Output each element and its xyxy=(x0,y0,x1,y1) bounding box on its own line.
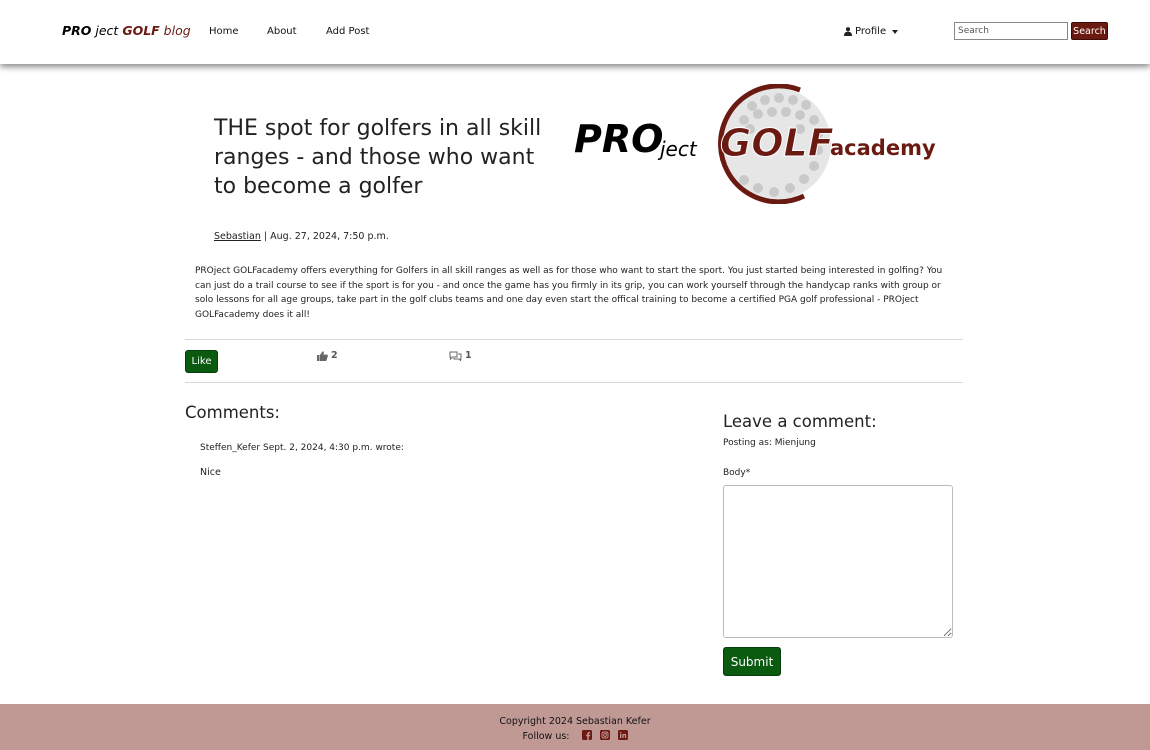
post-date: Aug. 27, 2024, 7:50 p.m. xyxy=(270,231,389,242)
brand-part-pro: PRO xyxy=(62,23,92,38)
brand-part-ject: ject xyxy=(91,23,123,38)
divider-bottom xyxy=(185,382,963,383)
posting-as: Posting as: Mienjung xyxy=(723,438,816,448)
facebook-icon[interactable] xyxy=(581,730,592,743)
linkedin-icon[interactable] xyxy=(617,730,628,743)
like-button[interactable]: Like xyxy=(185,350,218,373)
brand-part-golf: GOLF xyxy=(122,23,160,38)
comment-header: Steffen_Kefer Sept. 2, 2024, 4:30 p.m. w… xyxy=(200,443,404,453)
golf-academy-logo-image: PRO ject GOLF academy xyxy=(574,84,936,204)
follow-us: Follow us: xyxy=(0,730,1150,743)
like-count: 2 xyxy=(317,350,338,361)
comments-heading: Comments: xyxy=(185,403,280,422)
nav-add-post-link[interactable]: Add Post xyxy=(326,26,369,37)
search-button[interactable]: Search xyxy=(1071,22,1108,40)
profile-dropdown[interactable]: Profile xyxy=(844,26,899,37)
follow-label: Follow us: xyxy=(522,731,570,742)
brand-part-blog: blog xyxy=(159,23,191,38)
logo-text-academy: academy xyxy=(830,136,936,160)
comment-author: Steffen_Kefer xyxy=(200,443,261,453)
logo-text-golf: GOLF xyxy=(720,121,834,165)
search-input[interactable] xyxy=(954,22,1068,40)
logo-text-pro: PRO xyxy=(574,117,663,161)
nav-home-link[interactable]: Home xyxy=(209,26,239,37)
like-count-value: 2 xyxy=(331,350,338,361)
comment-date: Sept. 2, 2024, 4:30 p.m. xyxy=(263,443,373,453)
post-meta: Sebastian | Aug. 27, 2024, 7:50 p.m. xyxy=(214,231,389,242)
comment-count-value: 1 xyxy=(465,350,472,361)
instagram-icon[interactable] xyxy=(599,730,610,743)
user-icon xyxy=(844,27,852,36)
meta-separator: | xyxy=(263,231,268,242)
post-title: THE spot for golfers in all skill ranges… xyxy=(214,116,542,199)
body-label: Body* xyxy=(723,468,751,478)
post-author: Sebastian xyxy=(214,231,261,242)
logo-text-ject: ject xyxy=(657,137,698,161)
submit-button[interactable]: Submit xyxy=(723,647,781,676)
comments-icon xyxy=(449,351,462,361)
post-content: PROject GOLFacademy offers everything fo… xyxy=(195,266,943,320)
divider-top xyxy=(185,339,963,340)
comment-body-textarea[interactable] xyxy=(723,485,953,638)
comment-wrote: wrote: xyxy=(375,443,404,453)
profile-label: Profile xyxy=(855,26,887,37)
leave-comment-heading: Leave a comment: xyxy=(723,412,877,431)
footer: Copyright 2024 Sebastian Kefer Follow us… xyxy=(0,704,1150,750)
caret-down-icon xyxy=(892,29,899,34)
navbar: PRO ject GOLF blog Home About Add Post P… xyxy=(0,0,1150,64)
brand-logo-link[interactable]: PRO ject GOLF blog xyxy=(62,23,191,38)
copyright-text: Copyright 2024 Sebastian Kefer xyxy=(499,716,651,727)
comment-count: 1 xyxy=(449,350,472,361)
thumbs-up-icon xyxy=(317,350,328,361)
nav-about-link[interactable]: About xyxy=(267,26,297,37)
comment-body: Nice xyxy=(200,467,221,478)
